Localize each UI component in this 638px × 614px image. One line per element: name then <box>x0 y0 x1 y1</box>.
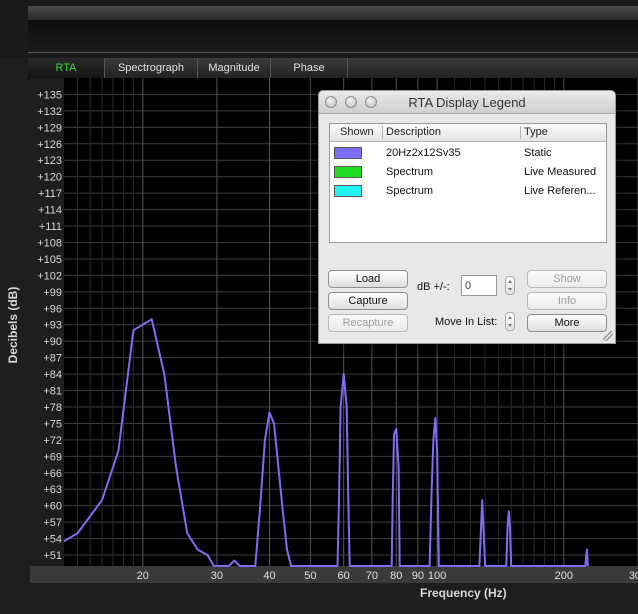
y-axis-label-area: Decibels (dB) <box>0 78 30 583</box>
y-tick-label: +99 <box>43 287 62 299</box>
row-description: 20Hz2x12Sv35 <box>386 147 461 159</box>
x-tick-label: 200 <box>555 570 573 582</box>
x-axis-label: Frequency (Hz) <box>420 586 507 600</box>
y-tick-label: +117 <box>38 188 62 200</box>
y-tick-label: +81 <box>43 386 62 398</box>
y-tick-label: +78 <box>43 402 62 414</box>
legend-table-header: Shown Description Type <box>330 124 606 142</box>
info-button[interactable]: Info <box>527 292 607 310</box>
y-tick-label: +84 <box>43 369 62 381</box>
rta-display-legend-window[interactable]: RTA Display Legend Shown Description Typ… <box>318 90 616 344</box>
legend-row[interactable]: Spectrum Live Measured <box>330 163 606 182</box>
y-tick-label: +60 <box>43 501 62 513</box>
y-tick-label: +69 <box>43 451 62 463</box>
column-type[interactable]: Type <box>524 126 548 138</box>
legend-title: RTA Display Legend <box>408 95 526 110</box>
resize-grip-icon[interactable] <box>603 331 613 341</box>
tab-rta[interactable]: RTA <box>28 58 105 78</box>
row-type: Live Referen... <box>524 185 596 197</box>
legend-row[interactable]: Spectrum Live Referen... <box>330 182 606 201</box>
y-tick-label: +96 <box>43 303 62 315</box>
y-tick-label: +123 <box>37 155 62 167</box>
y-tick-label: +90 <box>43 336 62 348</box>
move-in-list-label: Move In List: <box>435 316 498 328</box>
x-tick-label: 90 <box>412 570 424 582</box>
x-tick-label: 60 <box>338 570 350 582</box>
toolbar-band <box>28 6 638 20</box>
move-in-list-stepper[interactable] <box>505 312 515 331</box>
x-tick-label: 70 <box>366 570 378 582</box>
y-tick-label: +114 <box>38 205 62 217</box>
recapture-button[interactable]: Recapture <box>328 314 408 332</box>
y-tick-label: +108 <box>37 237 62 249</box>
capture-button[interactable]: Capture <box>328 292 408 310</box>
y-tick-label: +135 <box>37 89 62 101</box>
db-stepper[interactable] <box>505 276 515 295</box>
tab-phase[interactable]: Phase <box>271 58 348 78</box>
toolbar-panel <box>28 20 638 53</box>
y-tick-label: +75 <box>43 418 62 430</box>
row-description: Spectrum <box>386 166 434 178</box>
color-swatch[interactable] <box>334 166 362 178</box>
x-tick-label: 40 <box>263 570 275 582</box>
row-type: Live Measured <box>524 166 597 178</box>
y-tick-label: +111 <box>39 221 62 233</box>
view-tabs: RTA Spectrograph Magnitude Phase <box>28 58 638 79</box>
legend-table[interactable]: Shown Description Type 20Hz2x12Sv35 Stat… <box>329 123 607 243</box>
x-tick-label: 30 <box>211 570 223 582</box>
y-tick-label: +66 <box>43 468 62 480</box>
tab-magnitude[interactable]: Magnitude <box>198 58 271 78</box>
top-toolbar <box>0 0 638 58</box>
x-axis-band <box>30 566 638 583</box>
y-tick-label: +105 <box>37 254 62 266</box>
tab-spectrograph[interactable]: Spectrograph <box>105 58 198 78</box>
y-tick-label: +93 <box>43 320 62 332</box>
y-tick-label: +57 <box>43 517 62 529</box>
y-tick-label: +51 <box>43 550 62 562</box>
y-tick-label: +129 <box>37 122 62 134</box>
y-tick-label: +102 <box>37 270 62 282</box>
color-swatch[interactable] <box>334 185 362 197</box>
more-button[interactable]: More <box>527 314 607 332</box>
y-tick-label: +72 <box>43 435 62 447</box>
show-button[interactable]: Show <box>527 270 607 288</box>
x-tick-label: 50 <box>304 570 316 582</box>
color-swatch[interactable] <box>334 147 362 159</box>
db-offset-field[interactable] <box>461 275 497 296</box>
load-button[interactable]: Load <box>328 270 408 288</box>
y-tick-label: +126 <box>37 139 62 151</box>
y-axis-label: Decibels (dB) <box>6 286 20 364</box>
y-tick-label: +63 <box>43 484 62 496</box>
db-label: dB +/-: <box>417 281 450 293</box>
y-tick-label: +132 <box>37 106 62 118</box>
x-tick-label: 100 <box>428 570 446 582</box>
legend-row[interactable]: 20Hz2x12Sv35 Static <box>330 144 606 163</box>
legend-titlebar[interactable]: RTA Display Legend <box>319 91 615 114</box>
x-tick-label: 300 <box>629 570 638 582</box>
x-tick-label: 20 <box>137 570 149 582</box>
y-tick-label: +120 <box>37 172 62 184</box>
y-tick-label: +54 <box>43 534 62 546</box>
row-type: Static <box>524 147 552 159</box>
x-tick-label: 80 <box>390 570 402 582</box>
column-shown[interactable]: Shown <box>340 126 374 138</box>
column-description[interactable]: Description <box>386 126 441 138</box>
row-description: Spectrum <box>386 185 434 197</box>
y-tick-label: +87 <box>43 353 62 365</box>
